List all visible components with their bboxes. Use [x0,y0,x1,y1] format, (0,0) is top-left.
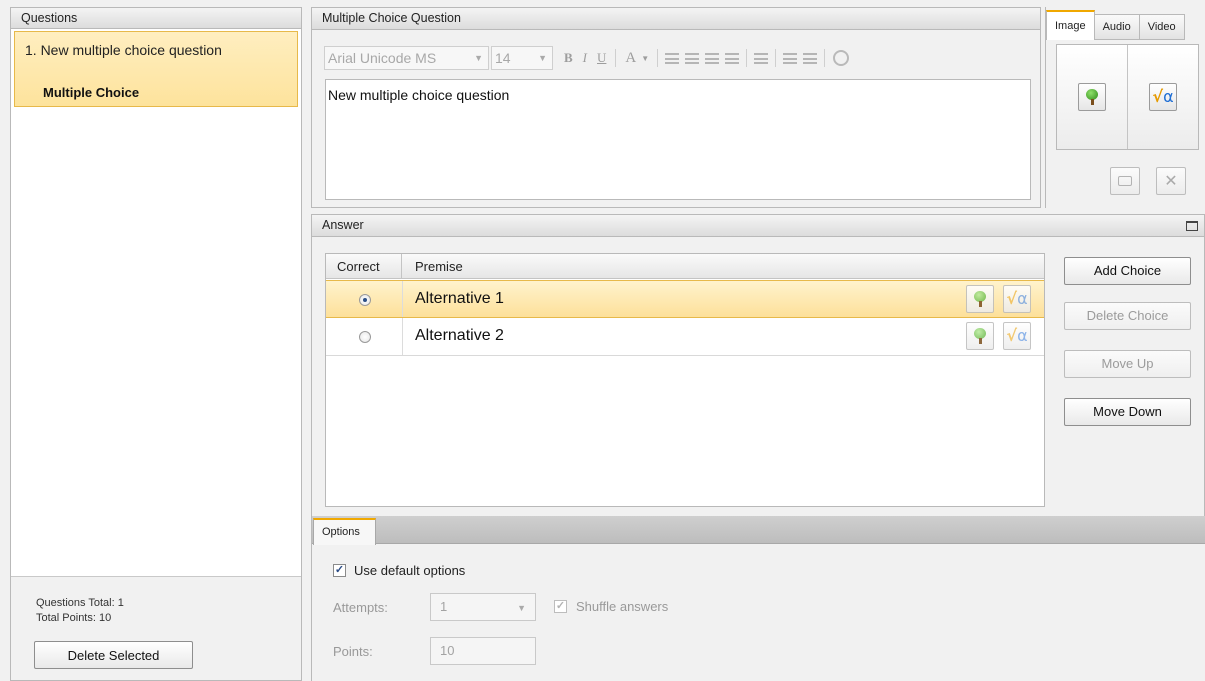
align-left-icon[interactable] [665,52,680,64]
row-insert-formula-button[interactable]: √α [1003,285,1031,313]
insert-image-icon [973,328,987,344]
move-up-button[interactable]: Move Up [1064,350,1191,378]
table-row[interactable]: Alternative 2 √α [326,318,1044,356]
options-tabbar: Options [312,516,1205,545]
questions-header: Questions [11,7,301,29]
use-default-label: Use default options [354,563,466,578]
font-color-button[interactable]: A [620,50,641,67]
tab-video[interactable]: Video [1138,14,1185,40]
question-item-title: 1. New multiple choice question [25,42,222,58]
question-text-editor[interactable]: New multiple choice question [325,79,1031,200]
outdent-icon[interactable] [783,52,798,64]
formatting-toolbar: Arial Unicode MS ▼ 14 ▼ B I U A ▼ [324,46,850,70]
toolbar-separator [657,49,659,67]
insert-image-icon [1085,89,1099,105]
chevron-down-icon: ▼ [517,603,526,613]
spellcheck-icon[interactable] [833,50,850,66]
tab-audio[interactable]: Audio [1093,14,1140,40]
question-editor-panel: Multiple Choice Question Arial Unicode M… [311,7,1041,208]
questions-panel: Questions 1. New multiple choice questio… [10,7,302,681]
move-down-button[interactable]: Move Down [1064,398,1191,426]
folder-icon [1118,176,1132,186]
chevron-down-icon: ▼ [538,53,547,63]
media-tabs: Image Audio Video [1046,10,1185,40]
column-header-correct: Correct [326,254,402,279]
insert-image-button[interactable] [1078,83,1106,111]
toolbar-separator [615,49,617,67]
font-size-select[interactable]: 14 ▼ [491,46,553,70]
font-family-select[interactable]: Arial Unicode MS ▼ [324,46,489,70]
points-input[interactable]: 10 [430,637,536,665]
total-points: Total Points: 10 [36,612,112,624]
table-row[interactable]: Alternative 1 √α [326,280,1044,318]
correct-radio[interactable] [359,331,371,343]
tab-image[interactable]: Image [1046,10,1095,40]
insert-formula-icon: √α [1006,289,1028,308]
chevron-down-icon: ▼ [474,53,483,63]
options-panel: Options ✓ Use default options Attempts: … [311,516,1205,681]
points-label: Points: [333,644,373,659]
toolbar-separator [775,49,777,67]
delete-choice-button[interactable]: Delete Choice [1064,302,1191,330]
maximize-icon[interactable] [1186,221,1198,231]
toolbar-separator [746,49,748,67]
underline-button[interactable]: U [592,50,611,66]
open-folder-button[interactable] [1110,167,1140,195]
premise-text[interactable]: Alternative 1 [415,290,504,308]
insert-formula-button[interactable]: √α [1149,83,1177,111]
question-editor-header: Multiple Choice Question [312,8,1040,30]
answer-panel: Answer Correct Premise Alternative 1 √α … [311,214,1205,516]
row-insert-image-button[interactable] [966,285,994,313]
shuffle-label: Shuffle answers [576,599,669,614]
premise-text[interactable]: Alternative 2 [415,327,504,345]
delete-selected-button[interactable]: Delete Selected [34,641,193,669]
question-list-item[interactable]: 1. New multiple choice question Multiple… [14,31,298,107]
insert-image-icon [973,291,987,307]
attempts-select[interactable]: 1 ▼ [430,593,536,621]
bullet-list-icon[interactable] [754,52,769,64]
question-item-type: Multiple Choice [43,85,140,100]
font-family-value: Arial Unicode MS [328,50,437,66]
font-size-value: 14 [495,50,511,66]
column-header-premise: Premise [402,254,1044,279]
media-drop-area: √α [1056,44,1199,150]
use-default-checkbox[interactable]: ✓ [333,564,346,577]
italic-button[interactable]: I [578,50,592,66]
toolbar-separator [824,49,826,67]
insert-formula-icon: √α [1006,326,1028,345]
media-panel: Image Audio Video √α ✕ [1045,7,1205,208]
attempts-label: Attempts: [333,600,388,615]
align-justify-icon[interactable] [725,52,740,64]
questions-footer: Questions Total: 1 Total Points: 10 Dele… [11,576,301,680]
column-divider [402,281,403,317]
remove-media-button[interactable]: ✕ [1156,167,1186,195]
bold-button[interactable]: B [559,50,578,66]
row-insert-image-button[interactable] [966,322,994,350]
splitter[interactable] [302,7,311,681]
questions-total: Questions Total: 1 [36,597,124,609]
align-right-icon[interactable] [705,52,720,64]
points-value: 10 [440,643,455,658]
delete-x-icon: ✕ [1164,173,1178,190]
answer-table: Correct Premise Alternative 1 √α Alterna… [325,253,1045,507]
row-insert-formula-button[interactable]: √α [1003,322,1031,350]
tab-options[interactable]: Options [313,518,376,545]
add-choice-button[interactable]: Add Choice [1064,257,1191,285]
answer-header-title: Answer [322,218,364,232]
align-center-icon[interactable] [685,52,700,64]
insert-image-cell [1057,45,1128,149]
insert-formula-icon: √α [1152,87,1174,106]
column-divider [402,318,403,355]
answer-header: Answer [312,215,1204,237]
chevron-down-icon[interactable]: ▼ [641,54,653,63]
insert-formula-cell: √α [1128,45,1198,149]
attempts-value: 1 [440,599,448,614]
correct-radio[interactable] [359,294,371,306]
indent-icon[interactable] [803,52,818,64]
shuffle-checkbox[interactable]: ✓ [554,600,567,613]
